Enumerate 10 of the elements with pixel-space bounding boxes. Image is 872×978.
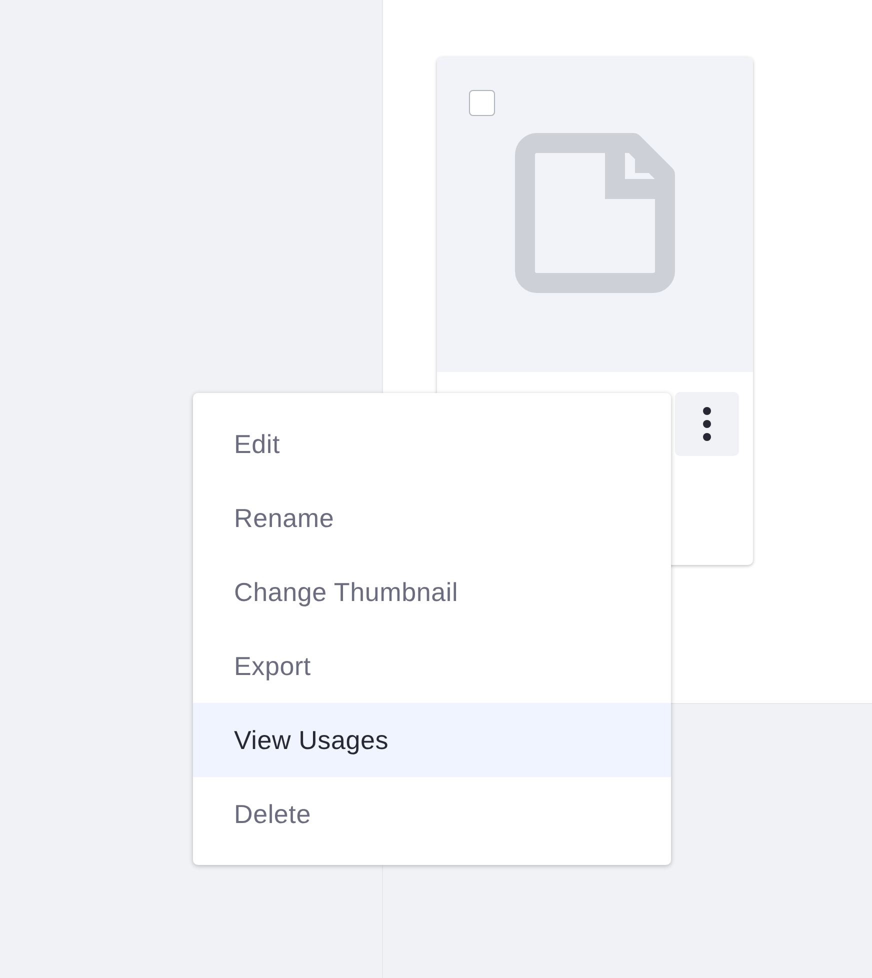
- menu-item[interactable]: Rename: [193, 481, 671, 555]
- more-actions-button[interactable]: [675, 392, 739, 456]
- menu-item[interactable]: Export: [193, 629, 671, 703]
- kebab-icon: [703, 407, 711, 441]
- menu-item[interactable]: View Usages: [193, 703, 671, 777]
- menu-item[interactable]: Edit: [193, 407, 671, 481]
- document-icon: [515, 132, 675, 292]
- menu-item[interactable]: Delete: [193, 777, 671, 851]
- menu-item[interactable]: Change Thumbnail: [193, 555, 671, 629]
- select-checkbox[interactable]: [469, 90, 495, 116]
